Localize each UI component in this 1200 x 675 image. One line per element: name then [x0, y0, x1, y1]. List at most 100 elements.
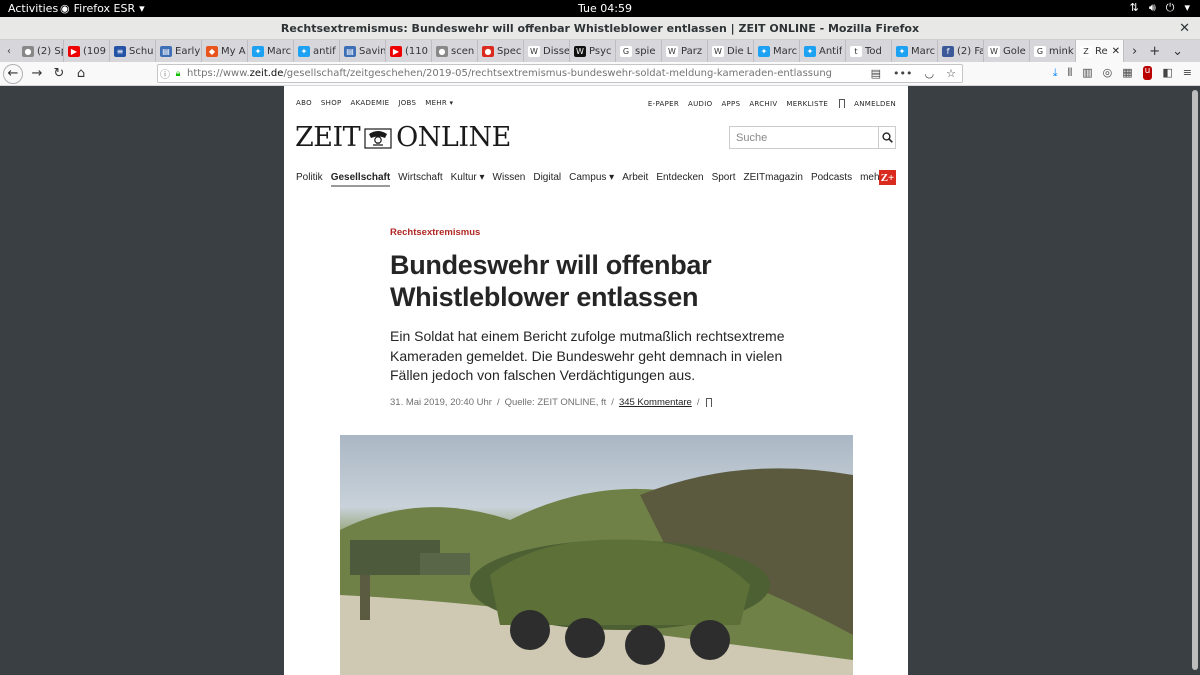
- merkliste-bookmark-icon[interactable]: [839, 99, 846, 108]
- browser-tab[interactable]: ●(2) Sp: [18, 40, 64, 62]
- main-nav-link[interactable]: Arbeit: [622, 172, 648, 187]
- meta-nav-link[interactable]: AKADEMIE: [351, 99, 390, 107]
- browser-tab[interactable]: ✦ Marc: [754, 40, 800, 62]
- account-icon[interactable]: ◎: [1103, 66, 1113, 80]
- browser-tab[interactable]: ✦ antif: [294, 40, 340, 62]
- page-actions-icon[interactable]: •••: [893, 67, 912, 80]
- eagle-crest-icon: [364, 127, 392, 149]
- browser-tab[interactable]: ✦ Marc: [892, 40, 938, 62]
- clock[interactable]: Tue 04:59: [578, 2, 632, 15]
- main-nav-link[interactable]: Kultur ▾: [451, 172, 485, 187]
- browser-tab[interactable]: Gspie: [616, 40, 662, 62]
- back-button[interactable]: ←: [3, 63, 23, 84]
- grey-favicon-icon: ●: [22, 45, 34, 57]
- library-icon[interactable]: ⫴: [1068, 66, 1073, 80]
- reload-button[interactable]: ↻: [48, 64, 70, 84]
- page-scrollbar[interactable]: [1188, 86, 1200, 675]
- comments-link[interactable]: 345 Kommentare: [619, 397, 692, 408]
- main-nav-link[interactable]: Campus ▾: [569, 172, 614, 187]
- browser-tab[interactable]: f (2) Fa: [938, 40, 984, 62]
- wiki-favicon-icon: W: [528, 45, 540, 57]
- main-nav-link[interactable]: Wissen: [493, 172, 526, 187]
- search-input[interactable]: [730, 127, 878, 148]
- lock-icon[interactable]: 🔒︎: [172, 69, 184, 79]
- browser-tab[interactable]: ● scen: [432, 40, 478, 62]
- meta-separator: /: [611, 397, 614, 408]
- meta-nav-link[interactable]: E-PAPER: [648, 100, 679, 108]
- url-text[interactable]: https://www.zeit.de/gesellschaft/zeitges…: [184, 68, 871, 79]
- meta-nav-link[interactable]: ARCHIV: [749, 100, 777, 108]
- browser-tab[interactable]: Gmink: [1030, 40, 1076, 62]
- new-tab-icon[interactable]: +: [1149, 44, 1160, 59]
- browser-tab[interactable]: W Die L: [708, 40, 754, 62]
- meta-nav-link[interactable]: ANMELDEN: [854, 100, 896, 108]
- url-bar[interactable]: ⓘ 🔒︎ https://www.zeit.de/gesellschaft/ze…: [157, 64, 963, 83]
- main-nav-link[interactable]: ZEITmagazin: [743, 172, 802, 187]
- browser-tab[interactable]: ▤ Early: [156, 40, 202, 62]
- main-nav-link[interactable]: Entdecken: [656, 172, 703, 187]
- browser-tab[interactable]: ▶ (110: [386, 40, 432, 62]
- system-top-bar: Activities ◉ Firefox ESR ▾ Tue 04:59 ⇅ 🔊…: [0, 0, 1200, 17]
- forward-button[interactable]: →: [26, 64, 48, 84]
- pocket-icon[interactable]: ◡: [925, 67, 935, 80]
- bookmark-icon[interactable]: [706, 398, 713, 407]
- meta-separator: /: [696, 397, 700, 408]
- meta-nav-link[interactable]: APPS: [721, 100, 740, 108]
- extension-icon[interactable]: ◧: [1162, 66, 1172, 80]
- all-tabs-icon[interactable]: ⌄: [1172, 44, 1183, 59]
- browser-tab[interactable]: Z Re ✕: [1076, 40, 1124, 62]
- orange-favicon-icon: ◆: [206, 45, 218, 57]
- doc-favicon-icon: ▤: [344, 45, 356, 57]
- browser-tab[interactable]: ✦ Marc: [248, 40, 294, 62]
- main-nav-link[interactable]: Wirtschaft: [398, 172, 442, 187]
- article-date: 31. Mai 2019, 20:40 Uhr: [390, 397, 492, 408]
- browser-tab[interactable]: ▶ (109: [64, 40, 110, 62]
- meta-nav-link[interactable]: MERKLISTE: [786, 100, 828, 108]
- search-button[interactable]: [878, 127, 895, 148]
- system-tray[interactable]: ⇅ 🔊︎ ⏻ ▾: [1130, 1, 1190, 15]
- browser-tab[interactable]: ▤ Savin: [340, 40, 386, 62]
- twitter-favicon-icon: ✦: [758, 45, 770, 57]
- bookmark-star-icon[interactable]: ☆: [946, 67, 956, 80]
- menu-icon[interactable]: ≡: [1183, 66, 1192, 80]
- browser-tab[interactable]: W Psyc: [570, 40, 616, 62]
- meta-nav-link[interactable]: JOBS: [398, 99, 416, 107]
- site-info-icon[interactable]: ⓘ: [158, 66, 172, 81]
- main-nav-link[interactable]: Sport: [712, 172, 736, 187]
- main-nav-link[interactable]: Digital: [533, 172, 561, 187]
- article-kicker[interactable]: Rechtsextremismus: [390, 227, 480, 238]
- browser-tab[interactable]: W Parz: [662, 40, 708, 62]
- meta-nav-link[interactable]: AUDIO: [688, 100, 712, 108]
- browser-tab[interactable]: W Disse: [524, 40, 570, 62]
- browser-tab[interactable]: t Tod: [846, 40, 892, 62]
- tab-scroll-right-icon[interactable]: ›: [1132, 44, 1137, 59]
- close-window-icon[interactable]: ✕: [1179, 17, 1190, 40]
- main-nav-link[interactable]: Politik: [296, 172, 323, 187]
- close-tab-icon[interactable]: ✕: [1112, 46, 1120, 57]
- meta-nav-link[interactable]: SHOP: [321, 99, 342, 107]
- meta-nav-link[interactable]: MEHR ▾: [425, 99, 453, 107]
- zplus-button[interactable]: Z+: [879, 170, 896, 185]
- zeit-online-logo[interactable]: ZEIT ONLINE: [295, 122, 511, 153]
- tab-label: Marc: [911, 45, 936, 57]
- doc-favicon-icon: ▤: [160, 45, 172, 57]
- browser-tab[interactable]: ● Spec: [478, 40, 524, 62]
- scrollbar-thumb[interactable]: [1192, 90, 1198, 670]
- main-nav-link[interactable]: Podcasts: [811, 172, 852, 187]
- app-menu[interactable]: ◉ Firefox ESR ▾: [60, 2, 145, 15]
- browser-tab[interactable]: ◆ My A: [202, 40, 248, 62]
- main-nav-link[interactable]: Gesellschaft: [330, 172, 391, 187]
- article-teaser: Ein Soldat hat einem Bericht zufolge mut…: [390, 328, 785, 383]
- ublock-icon[interactable]: u: [1142, 66, 1153, 80]
- activities-button[interactable]: Activities: [8, 2, 58, 15]
- browser-tab[interactable]: ✦ Antif: [800, 40, 846, 62]
- screenshot-icon[interactable]: ▦: [1122, 66, 1132, 80]
- tab-scroll-left-icon[interactable]: ‹: [0, 46, 18, 57]
- downloads-icon[interactable]: ⤓: [1053, 66, 1058, 80]
- browser-tab[interactable]: W Gole: [984, 40, 1030, 62]
- sidebar-icon[interactable]: ▥: [1082, 66, 1092, 80]
- browser-tab[interactable]: ≡ Schu: [110, 40, 156, 62]
- home-button[interactable]: ⌂: [70, 64, 92, 84]
- reader-view-icon[interactable]: ▤: [871, 67, 881, 80]
- meta-nav-link[interactable]: ABO: [296, 99, 312, 107]
